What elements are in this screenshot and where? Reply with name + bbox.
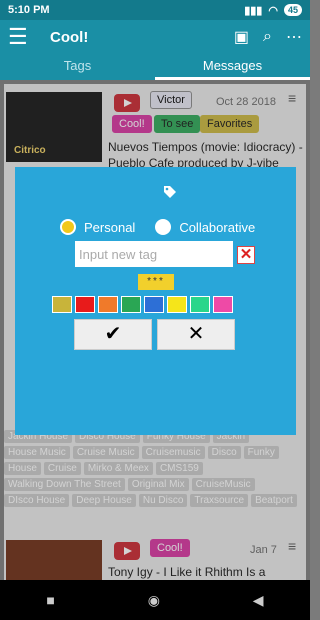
- signal-icon: ▮▮▮: [244, 4, 263, 17]
- color-swatch[interactable]: [121, 296, 141, 313]
- status-time: 5:10 PM: [8, 4, 50, 16]
- color-swatch[interactable]: [98, 296, 118, 313]
- radio-personal-label: Personal: [84, 219, 136, 235]
- page-title: Cool!: [50, 28, 89, 46]
- system-nav-bar: ■ ◉ ◀: [0, 580, 310, 620]
- image-icon[interactable]: ▣: [234, 27, 249, 47]
- radio-collaborative-indicator[interactable]: [155, 219, 172, 235]
- menu-icon[interactable]: ☰: [8, 24, 38, 50]
- cancel-button[interactable]: ✕: [157, 319, 235, 350]
- color-picker: [52, 296, 233, 313]
- more-icon[interactable]: ⋯: [286, 27, 302, 47]
- recent-apps-icon[interactable]: ■: [46, 592, 54, 608]
- app-bar: ☰ Cool! ▣ ⌕ ⋯: [0, 20, 310, 54]
- color-swatch[interactable]: [52, 296, 72, 313]
- clear-input-button[interactable]: ✕: [237, 246, 255, 264]
- tag-type-radios: Personal Collaborative: [60, 219, 255, 235]
- color-swatch[interactable]: [190, 296, 210, 313]
- battery-badge: 45: [283, 4, 302, 16]
- tag-input[interactable]: [75, 241, 233, 267]
- radio-personal-indicator[interactable]: [60, 219, 76, 235]
- tab-tags[interactable]: Tags: [0, 54, 155, 80]
- status-bar: 5:10 PM ▮▮▮ ◠ 45: [0, 0, 310, 20]
- wifi-icon: ◠: [268, 4, 278, 17]
- tab-messages[interactable]: Messages: [155, 54, 310, 80]
- back-icon[interactable]: ◀: [253, 592, 264, 609]
- color-swatch[interactable]: [144, 296, 164, 313]
- tab-bar: Tags Messages: [0, 54, 310, 80]
- tag-icon: [164, 186, 176, 198]
- star-rating[interactable]: ***: [138, 274, 174, 290]
- color-swatch[interactable]: [213, 296, 233, 313]
- radio-collaborative-label: Collaborative: [179, 219, 256, 235]
- new-tag-dialog: Personal Collaborative ✕ *** ✔ ✕: [15, 167, 296, 435]
- confirm-button[interactable]: ✔: [74, 319, 152, 350]
- home-icon[interactable]: ◉: [148, 592, 160, 609]
- search-icon[interactable]: ⌕: [263, 28, 272, 46]
- color-swatch[interactable]: [75, 296, 95, 313]
- radio-collaborative[interactable]: Collaborative: [155, 219, 255, 235]
- radio-personal[interactable]: Personal: [60, 219, 135, 235]
- color-swatch[interactable]: [167, 296, 187, 313]
